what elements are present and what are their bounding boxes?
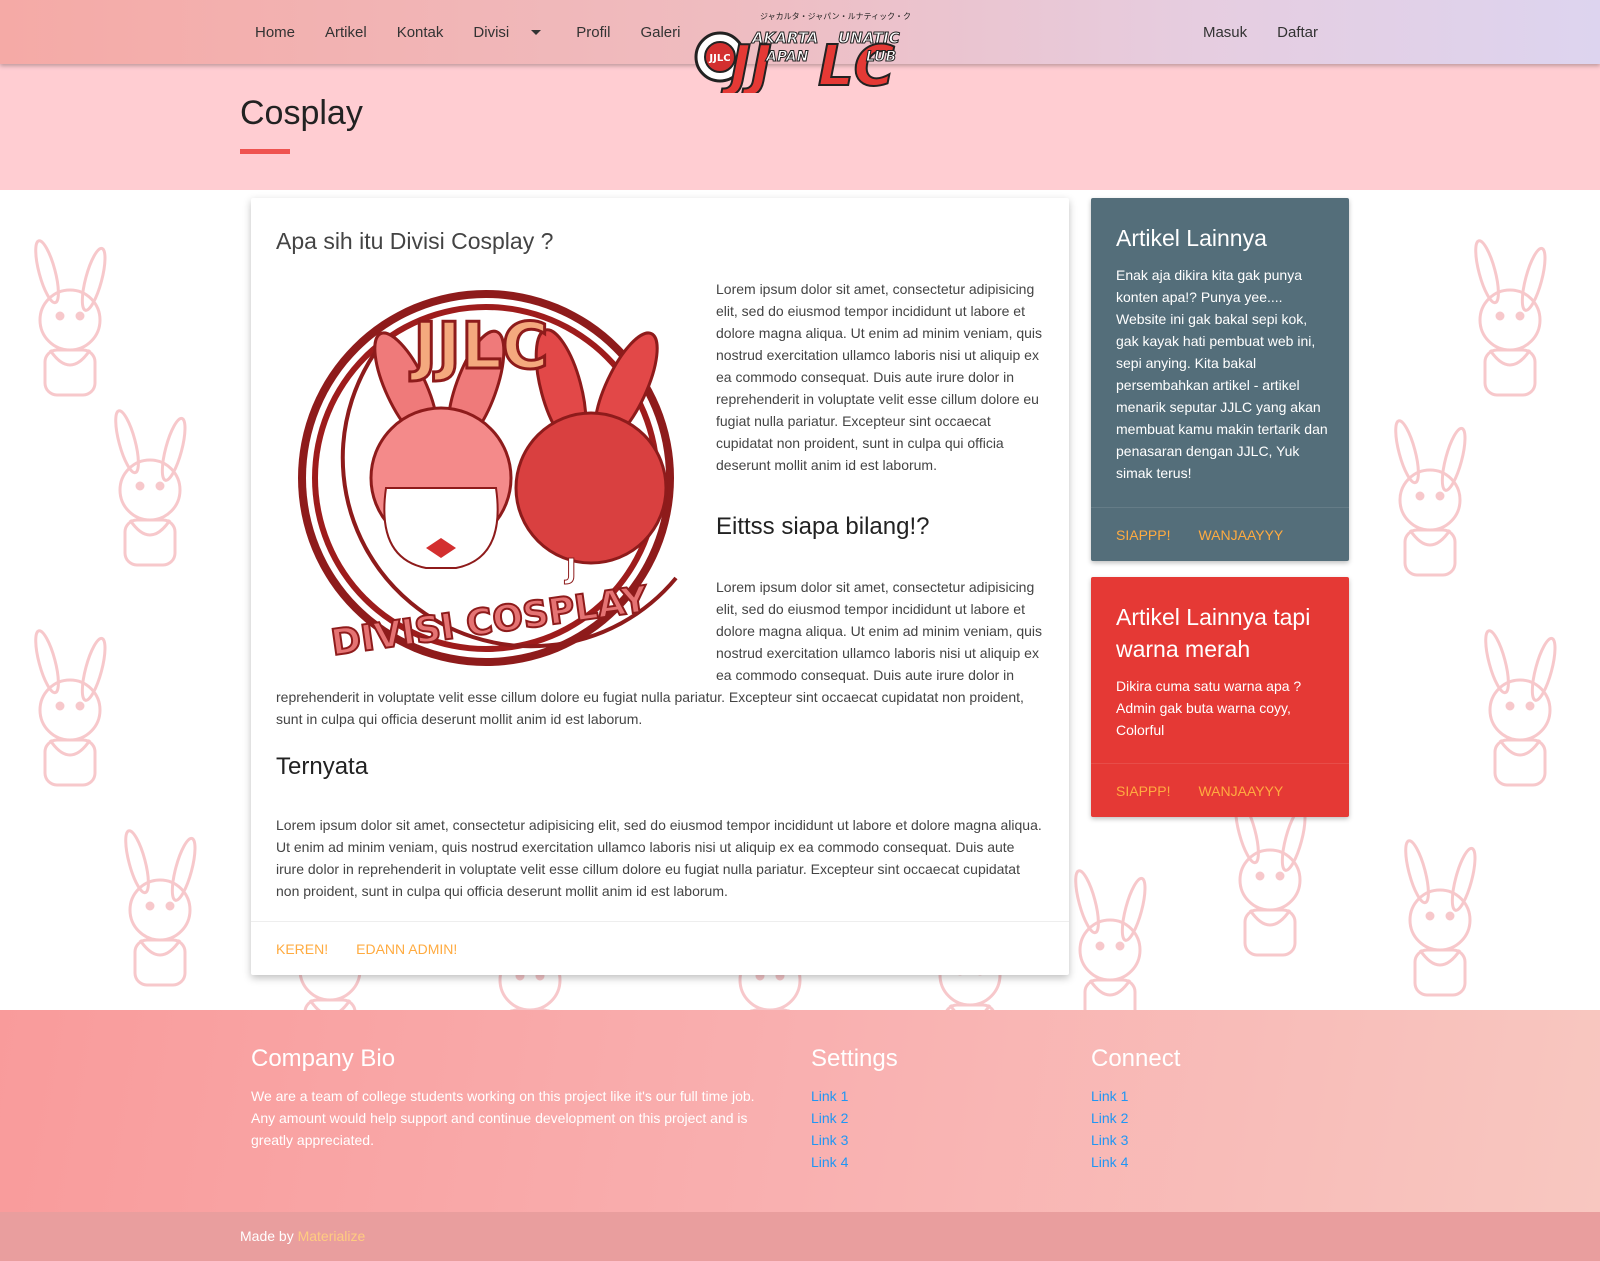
footer-company-bio: Company Bio We are a team of college stu…	[251, 1045, 781, 1151]
footer-connect-link-2[interactable]: Link 2	[1091, 1107, 1180, 1129]
nav-galeri[interactable]: Galeri	[625, 24, 695, 41]
footer-settings-link-3[interactable]: Link 3	[811, 1129, 898, 1151]
svg-text:LUB: LUB	[866, 49, 896, 65]
nav-divisi-dropdown[interactable]: Divisi	[458, 24, 556, 41]
page-title: Cosplay	[240, 94, 363, 132]
svg-text:UNATIC: UNATIC	[838, 29, 900, 47]
article-actions: KEREN! EDANN ADMIN!	[251, 921, 1069, 975]
article-body: J JJLC DIVISI COSPLAY Lorem ipsum dolor …	[276, 278, 1046, 902]
nav-kontak[interactable]: Kontak	[382, 24, 459, 41]
main-article-card: Apa sih itu Divisi Cosplay ? J JJLC DIVI…	[251, 198, 1069, 975]
nav-left: Home Artikel Kontak Divisi Profil Galeri	[240, 0, 695, 64]
footer-settings-link-2[interactable]: Link 2	[811, 1107, 898, 1129]
article-paragraph-3: Lorem ipsum dolor sit amet, consectetur …	[276, 817, 1042, 899]
footer-connect-link-1[interactable]: Link 1	[1091, 1085, 1180, 1107]
footer-bio-title: Company Bio	[251, 1045, 396, 1072]
badge-j-letter: J	[564, 552, 576, 585]
nav-masuk[interactable]: Masuk	[1188, 24, 1262, 41]
badge-jjlc-text: JJLC	[409, 310, 548, 384]
side-card-text: Dikira cuma satu warna apa ? Admin gak b…	[1116, 678, 1302, 738]
article-title: Apa sih itu Divisi Cosplay ?	[276, 228, 554, 254]
footer-bio-text: We are a team of college students workin…	[251, 1088, 755, 1148]
page-footer: Company Bio We are a team of college stu…	[0, 1010, 1600, 1212]
nav-home[interactable]: Home	[240, 24, 310, 41]
svg-text:ジャカルタ・ジャパン・ルナティック・クラブ: ジャカルタ・ジャパン・ルナティック・クラブ	[760, 11, 910, 21]
side-card-artikel-lainnya: Artikel Lainnya Enak aja dikira kita gak…	[1091, 198, 1349, 561]
footer-settings-link-4[interactable]: Link 4	[811, 1151, 898, 1173]
svg-text:APAN: APAN	[765, 49, 809, 65]
footer-connect: Connect Link 1 Link 2 Link 3 Link 4	[1091, 1045, 1180, 1173]
nav-divisi-label: Divisi	[473, 23, 510, 41]
footer-settings-title: Settings	[811, 1045, 898, 1072]
copyright-text: Made by Materialize	[240, 1228, 365, 1244]
jjlc-logo[interactable]: JJLC ジャカルタ・ジャパン・ルナティック・クラブ JJ AKARTA APA…	[690, 5, 910, 93]
side-card-artikel-merah: Artikel Lainnya tapi warna merah Dikira …	[1091, 577, 1349, 817]
footer-settings: Settings Link 1 Link 2 Link 3 Link 4	[811, 1045, 898, 1173]
side-card-text: Enak aja dikira kita gak punya konten ap…	[1116, 267, 1328, 481]
side-card-actions: SIAPPP! WANJAAYYY	[1091, 763, 1349, 817]
footer-connect-link-4[interactable]: Link 4	[1091, 1151, 1180, 1173]
edann-admin-button[interactable]: EDANN ADMIN!	[356, 941, 457, 957]
nav-artikel[interactable]: Artikel	[310, 24, 382, 41]
svg-text:JJLC: JJLC	[708, 53, 730, 64]
footer-connect-title: Connect	[1091, 1045, 1181, 1072]
nav-right: Masuk Daftar	[1188, 0, 1333, 64]
side-card-actions: SIAPPP! WANJAAYYY	[1091, 507, 1349, 561]
made-by-label: Made by	[240, 1228, 294, 1244]
svg-text:AKARTA: AKARTA	[751, 29, 818, 47]
article-heading-3: Ternyata	[276, 753, 369, 780]
footer-copyright: Made by Materialize	[0, 1212, 1600, 1261]
wanjaayyy-button[interactable]: WANJAAYYY	[1198, 527, 1283, 543]
side-card-title: Artikel Lainnya	[1116, 225, 1267, 251]
caret-down-icon	[531, 30, 542, 36]
wanjaayyy-button[interactable]: WANJAAYYY	[1198, 783, 1283, 799]
materialize-link[interactable]: Materialize	[298, 1228, 366, 1244]
title-underline	[240, 149, 290, 154]
keren-button[interactable]: KEREN!	[276, 941, 328, 957]
divisi-cosplay-badge: J JJLC DIVISI COSPLAY	[298, 290, 678, 666]
nav-profil[interactable]: Profil	[556, 24, 625, 41]
siappp-button[interactable]: SIAPPP!	[1116, 783, 1170, 799]
nav-daftar[interactable]: Daftar	[1262, 24, 1333, 41]
footer-settings-link-1[interactable]: Link 1	[811, 1085, 898, 1107]
siappp-button[interactable]: SIAPPP!	[1116, 527, 1170, 543]
side-card-title: Artikel Lainnya tapi warna merah	[1116, 604, 1311, 662]
footer-connect-link-3[interactable]: Link 3	[1091, 1129, 1180, 1151]
